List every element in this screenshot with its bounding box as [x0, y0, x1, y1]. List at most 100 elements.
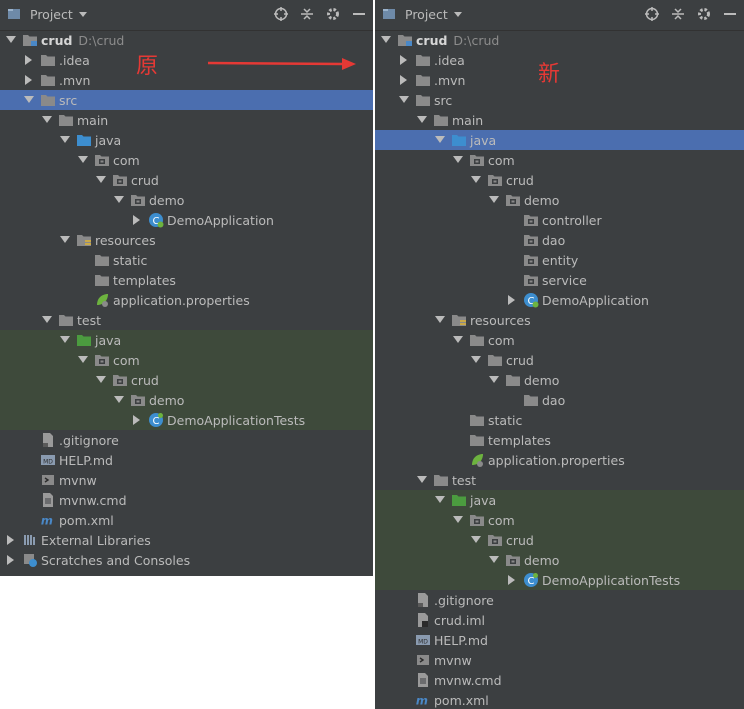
collapsed-arrow-icon[interactable] — [132, 415, 142, 425]
tree-item-crud[interactable]: crud — [375, 170, 744, 190]
expanded-arrow-icon[interactable] — [96, 375, 106, 385]
tree-item-demo[interactable]: demo — [0, 390, 373, 410]
tree-item-java[interactable]: java — [0, 330, 373, 350]
tree-item-crud[interactable]: crud — [375, 530, 744, 550]
tree-item-static[interactable]: static — [0, 250, 373, 270]
tree-item-dao[interactable]: dao — [375, 390, 744, 410]
collapsed-arrow-icon[interactable] — [399, 75, 409, 85]
tree-item-com[interactable]: com — [0, 350, 373, 370]
tree-item-demoapplicationtests[interactable]: C DemoApplicationTests — [375, 570, 744, 590]
gear-icon[interactable] — [325, 6, 341, 22]
tree-item-help-md[interactable]: MD HELP.md — [375, 630, 744, 650]
tree-item-demoapplication[interactable]: C DemoApplication — [375, 290, 744, 310]
hide-icon[interactable] — [722, 6, 738, 22]
tree-item-crud[interactable]: crud — [375, 350, 744, 370]
tree-item-com[interactable]: com — [375, 150, 744, 170]
collapsed-arrow-icon[interactable] — [399, 55, 409, 65]
tree-item-mvnw[interactable]: mvnw — [375, 650, 744, 670]
hide-icon[interactable] — [351, 6, 367, 22]
expanded-arrow-icon[interactable] — [60, 335, 70, 345]
expanded-arrow-icon[interactable] — [114, 195, 124, 205]
tree-item-com[interactable]: com — [375, 510, 744, 530]
expanded-arrow-icon[interactable] — [96, 175, 106, 185]
tree-item-resources[interactable]: resources — [0, 230, 373, 250]
locate-icon[interactable] — [273, 6, 289, 22]
tree-item-demo[interactable]: demo — [375, 370, 744, 390]
collapsed-arrow-icon[interactable] — [6, 555, 16, 565]
tree-item-templates[interactable]: templates — [375, 430, 744, 450]
locate-icon[interactable] — [644, 6, 660, 22]
tree-item-java[interactable]: java — [0, 130, 373, 150]
tree-item-templates[interactable]: templates — [0, 270, 373, 290]
tree-item-external-libraries[interactable]: External Libraries — [0, 530, 373, 550]
tree-item-src[interactable]: src — [375, 90, 744, 110]
expanded-arrow-icon[interactable] — [417, 475, 427, 485]
tree-item-demoapplication[interactable]: C DemoApplication — [0, 210, 373, 230]
tree-item-demo[interactable]: demo — [375, 190, 744, 210]
tree-item-mvnw[interactable]: mvnw — [0, 470, 373, 490]
tree-item-entity[interactable]: entity — [375, 250, 744, 270]
tree-item-mvnw-cmd[interactable]: mvnw.cmd — [0, 490, 373, 510]
expanded-arrow-icon[interactable] — [489, 555, 499, 565]
tree-item-mvn[interactable]: .mvn — [0, 70, 373, 90]
expanded-arrow-icon[interactable] — [60, 135, 70, 145]
tree-item-application-properties[interactable]: application.properties — [0, 290, 373, 310]
expanded-arrow-icon[interactable] — [42, 115, 52, 125]
expanded-arrow-icon[interactable] — [417, 115, 427, 125]
tree-item-crud[interactable]: crud D:\crud — [0, 30, 373, 50]
expanded-arrow-icon[interactable] — [78, 155, 88, 165]
collapsed-arrow-icon[interactable] — [6, 535, 16, 545]
expanded-arrow-icon[interactable] — [381, 35, 391, 45]
tree-item-src[interactable]: src — [0, 90, 373, 110]
tree-item-resources[interactable]: resources — [375, 310, 744, 330]
tree-item-controller[interactable]: controller — [375, 210, 744, 230]
tree-item-demoapplicationtests[interactable]: C DemoApplicationTests — [0, 410, 373, 430]
gear-icon[interactable] — [696, 6, 712, 22]
tree-item-main[interactable]: main — [375, 110, 744, 130]
collapsed-arrow-icon[interactable] — [24, 55, 34, 65]
tree-item-demo[interactable]: demo — [375, 550, 744, 570]
tree-item-crud[interactable]: crud — [0, 170, 373, 190]
tree-item-crud-iml[interactable]: crud.iml — [375, 610, 744, 630]
tree-item-service[interactable]: service — [375, 270, 744, 290]
tree-item-pom-xml[interactable]: m pom.xml — [0, 510, 373, 530]
expanded-arrow-icon[interactable] — [78, 355, 88, 365]
tree-item-com[interactable]: com — [0, 150, 373, 170]
tree-item-test[interactable]: test — [0, 310, 373, 330]
expanded-arrow-icon[interactable] — [453, 155, 463, 165]
project-view-selector[interactable]: Project — [6, 6, 88, 22]
expanded-arrow-icon[interactable] — [435, 315, 445, 325]
expanded-arrow-icon[interactable] — [471, 535, 481, 545]
project-view-selector[interactable]: Project — [381, 6, 463, 22]
collapsed-arrow-icon[interactable] — [507, 575, 517, 585]
tree-item-help-md[interactable]: MD HELP.md — [0, 450, 373, 470]
expanded-arrow-icon[interactable] — [435, 495, 445, 505]
tree-item-pom-xml[interactable]: m pom.xml — [375, 690, 744, 709]
tree-item-dao[interactable]: dao — [375, 230, 744, 250]
tree-item-crud[interactable]: crud — [0, 370, 373, 390]
tree-item-main[interactable]: main — [0, 110, 373, 130]
expanded-arrow-icon[interactable] — [489, 375, 499, 385]
tree-item-static[interactable]: static — [375, 410, 744, 430]
expanded-arrow-icon[interactable] — [471, 355, 481, 365]
collapsed-arrow-icon[interactable] — [507, 295, 517, 305]
collapsed-arrow-icon[interactable] — [132, 215, 142, 225]
expanded-arrow-icon[interactable] — [114, 395, 124, 405]
collapse-all-icon[interactable] — [670, 6, 686, 22]
expanded-arrow-icon[interactable] — [471, 175, 481, 185]
tree-item-java[interactable]: java — [375, 130, 744, 150]
tree-item-demo[interactable]: demo — [0, 190, 373, 210]
expanded-arrow-icon[interactable] — [42, 315, 52, 325]
tree-item-application-properties[interactable]: application.properties — [375, 450, 744, 470]
expanded-arrow-icon[interactable] — [435, 135, 445, 145]
expanded-arrow-icon[interactable] — [60, 235, 70, 245]
tree-item-test[interactable]: test — [375, 470, 744, 490]
expanded-arrow-icon[interactable] — [24, 95, 34, 105]
tree-item-gitignore[interactable]: .gitignore — [0, 430, 373, 450]
expanded-arrow-icon[interactable] — [453, 515, 463, 525]
collapsed-arrow-icon[interactable] — [24, 75, 34, 85]
tree-item-scratches-and-consoles[interactable]: Scratches and Consoles — [0, 550, 373, 570]
tree-item-mvnw-cmd[interactable]: mvnw.cmd — [375, 670, 744, 690]
tree-item-com[interactable]: com — [375, 330, 744, 350]
collapse-all-icon[interactable] — [299, 6, 315, 22]
